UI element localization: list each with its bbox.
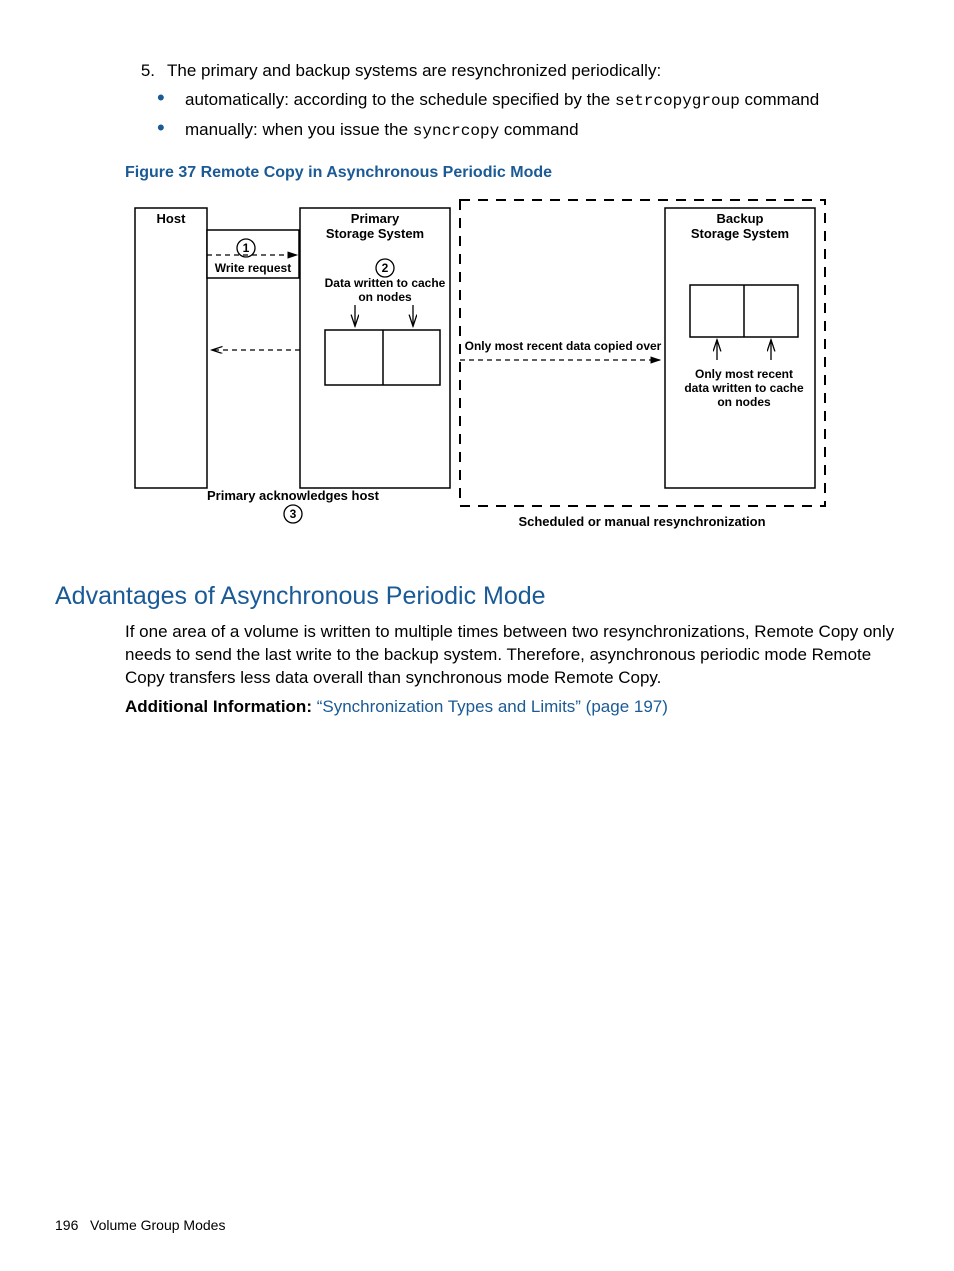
code-text: syncrcopy: [413, 122, 499, 140]
figure-caption: Figure 37 Remote Copy in Asynchronous Pe…: [125, 162, 899, 184]
footer-section: Volume Group Modes: [90, 1217, 225, 1233]
backup-storage-label: Storage System: [691, 226, 789, 241]
bullet-icon: •: [157, 89, 185, 113]
step-2: 2: [382, 261, 389, 275]
ack-text: Primary acknowledges host: [207, 488, 380, 503]
recent-2: data written to cache: [684, 381, 804, 395]
figure-diagram: Host Primary Storage System 1 Write requ…: [125, 190, 835, 555]
recent-1: Only most recent: [695, 367, 793, 381]
section-heading: Advantages of Asynchronous Periodic Mode: [55, 580, 899, 614]
sub-bullet-list: • automatically: according to the schedu…: [157, 89, 899, 142]
ordered-list-item: 5. The primary and backup systems are re…: [125, 60, 899, 83]
page-footer: 196 Volume Group Modes: [55, 1216, 225, 1235]
backup-label: Backup: [717, 211, 764, 226]
bullet-pre: manually: when you issue the: [185, 120, 413, 139]
copied-text: Only most recent data copied over: [465, 339, 662, 353]
data-cache-1: Data written to cache: [325, 276, 446, 290]
document-page: 5. The primary and backup systems are re…: [0, 0, 954, 1271]
bullet-item: • automatically: according to the schedu…: [157, 89, 899, 113]
bullet-item: • manually: when you issue the syncrcopy…: [157, 119, 899, 143]
page-number: 196: [55, 1217, 78, 1233]
list-text: The primary and backup systems are resyn…: [167, 60, 661, 83]
addl-label: Additional Information:: [125, 697, 317, 716]
bullet-post: command: [740, 90, 819, 109]
bullet-icon: •: [157, 119, 185, 143]
storage-system-label: Storage System: [326, 226, 424, 241]
sync-types-link[interactable]: “Synchronization Types and Limits” (page…: [317, 697, 668, 716]
sched-text: Scheduled or manual resynchronization: [518, 514, 765, 529]
data-cache-2: on nodes: [358, 290, 412, 304]
host-label: Host: [157, 211, 187, 226]
bullet-text: automatically: according to the schedule…: [185, 89, 819, 113]
section-body: If one area of a volume is written to mu…: [125, 621, 899, 690]
list-number: 5.: [125, 60, 167, 83]
bullet-post: command: [499, 120, 578, 139]
bullet-pre: automatically: according to the schedule…: [185, 90, 615, 109]
recent-3: on nodes: [717, 395, 771, 409]
write-request-label: Write request: [215, 261, 291, 275]
primary-label: Primary: [351, 211, 400, 226]
section-body-wrap: If one area of a volume is written to mu…: [125, 621, 899, 719]
step-3: 3: [290, 507, 297, 521]
body-content: 5. The primary and backup systems are re…: [125, 60, 899, 562]
bullet-text: manually: when you issue the syncrcopy c…: [185, 119, 579, 143]
step-1: 1: [243, 241, 250, 255]
code-text: setrcopygroup: [615, 92, 740, 110]
additional-info: Additional Information: “Synchronization…: [125, 696, 899, 719]
